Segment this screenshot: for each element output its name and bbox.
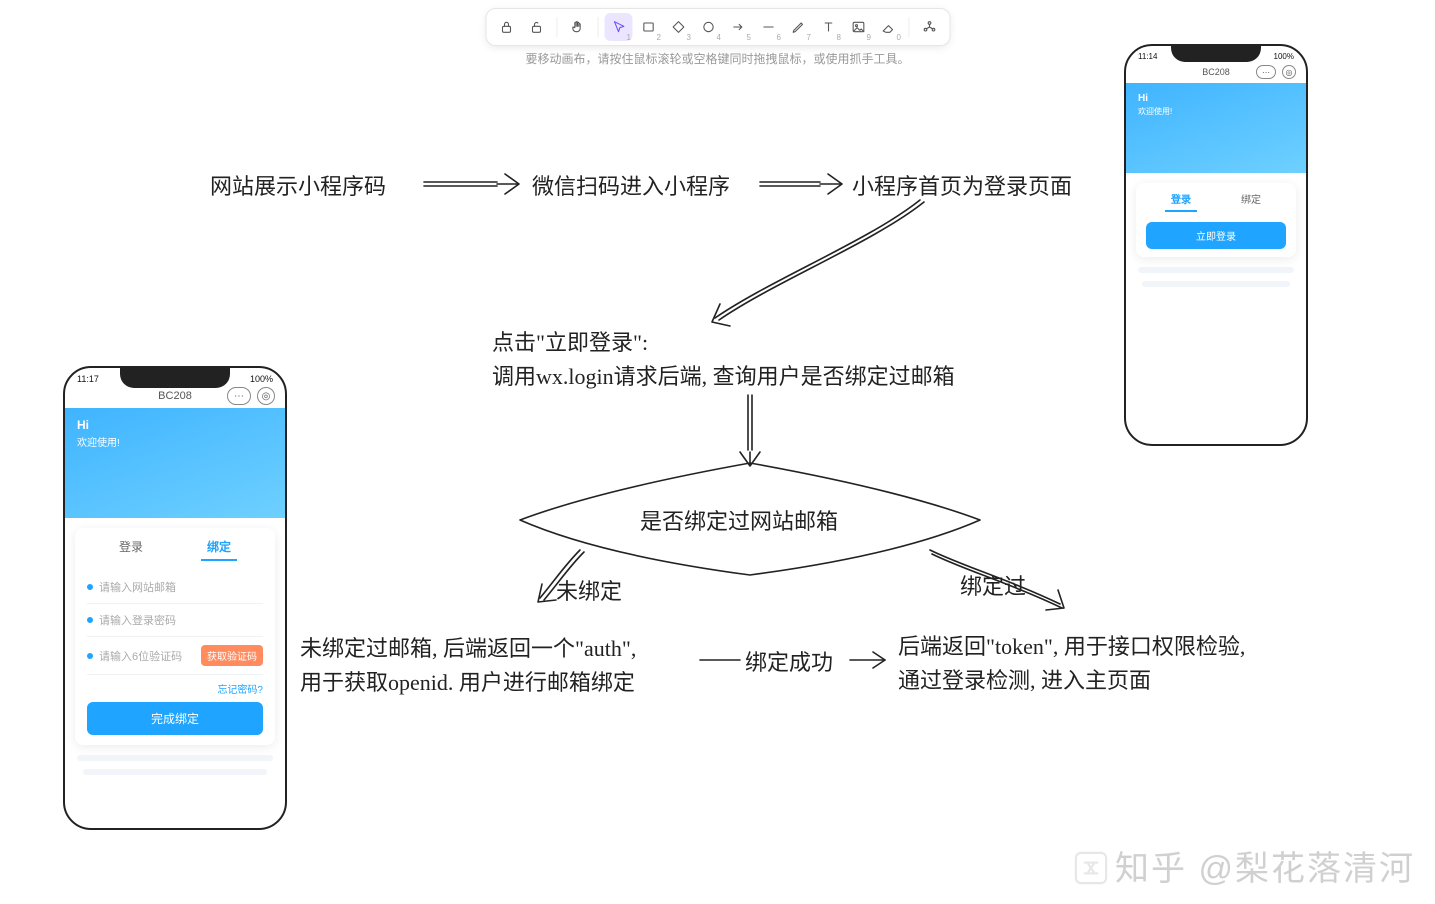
result-unbound-line1: 未绑定过邮箱, 后端返回一个"auth", [300,632,636,666]
login-now-button[interactable]: 立即登录 [1146,222,1286,249]
phone-notch [1171,44,1261,62]
diamond-icon[interactable]: 3 [664,13,692,41]
bullet-icon [87,584,93,590]
select-icon[interactable]: 1 [604,13,632,41]
hero-welcome: 欢迎使用! [1138,107,1172,116]
nav-close-icon[interactable]: ◎ [257,387,275,405]
card-shadow [1138,267,1294,273]
library-icon[interactable] [915,13,943,41]
email-placeholder: 请输入网站邮箱 [99,579,176,595]
watermark: 知乎 @梨花落清河 [1073,841,1415,890]
hand-icon[interactable] [563,13,591,41]
tab-login[interactable]: 登录 [113,538,149,561]
email-field[interactable]: 请输入网站邮箱 [87,571,263,604]
password-field[interactable]: 请输入登录密码 [87,604,263,637]
image-icon[interactable]: 9 [844,13,872,41]
bullet-icon [87,617,93,623]
phone-nav: BC208 ⋯ ◎ [1126,61,1306,83]
canvas-hint: 要移动画布，请按住鼠标滚轮或空格键同时拖拽鼠标，或使用抓手工具。 [525,50,909,67]
hero-banner: Hi 欢迎使用! [1126,83,1306,173]
phone-login-mockup: 11:14 100% BC208 ⋯ ◎ Hi 欢迎使用! 登录 绑定 立即登录 [1124,44,1308,446]
bullet-icon [87,653,93,659]
node-wechat-scan: 微信扫码进入小程序 [532,170,730,204]
code-field[interactable]: 请输入6位验证码 获取验证码 [87,637,263,675]
phone-nav: BC208 ⋯ ◎ [65,384,285,408]
auth-tabs: 登录 绑定 [87,538,263,561]
branch-bound: 绑定过 [960,570,1026,604]
hero-hi: Hi [77,418,273,432]
hero-hi: Hi [1138,93,1294,104]
tab-login[interactable]: 登录 [1165,191,1197,212]
nav-title: BC208 [158,390,192,402]
result-unbound-line2: 用于获取openid. 用户进行邮箱绑定 [300,666,635,700]
toolbar: 1234567890 [485,8,950,46]
line-icon[interactable]: 6 [754,13,782,41]
card-shadow [83,769,267,775]
submit-bind-button[interactable]: 完成绑定 [87,702,263,735]
code-placeholder: 请输入6位验证码 [99,648,182,664]
text-icon[interactable]: 8 [814,13,842,41]
decision-label: 是否绑定过网站邮箱 [640,505,838,539]
nav-title: BC208 [1202,67,1230,77]
pencil-icon[interactable]: 7 [784,13,812,41]
nav-menu-icon[interactable]: ⋯ [227,387,251,405]
hero-banner: Hi 欢迎使用! [65,408,285,518]
arrow-icon[interactable]: 5 [724,13,752,41]
get-code-button[interactable]: 获取验证码 [201,645,263,666]
rect-icon[interactable]: 2 [634,13,662,41]
node-click-login-desc: 调用wx.login请求后端, 查询用户是否绑定过邮箱 [492,360,955,394]
tab-bind[interactable]: 绑定 [1235,191,1267,212]
lock-icon[interactable] [522,13,550,41]
eraser-icon[interactable]: 0 [874,13,902,41]
status-time: 11:17 [77,374,99,384]
login-card: 登录 绑定 立即登录 [1136,183,1296,257]
status-time: 11:14 [1138,52,1157,61]
lock-open-icon[interactable] [492,13,520,41]
arrow-bind-success: 绑定成功 [745,646,833,680]
auth-tabs: 登录 绑定 [1146,191,1286,212]
nav-menu-icon[interactable]: ⋯ [1256,65,1276,79]
forgot-password-link[interactable]: 忘记密码? [87,681,263,696]
zhihu-logo-icon [1073,850,1109,886]
card-shadow [77,755,273,761]
circle-icon[interactable]: 4 [694,13,722,41]
watermark-site: 知乎 [1115,850,1187,888]
node-website-qrcode: 网站展示小程序码 [210,170,386,204]
status-battery: 100% [1274,52,1294,61]
status-battery: 100% [250,374,273,384]
watermark-author: @梨花落清河 [1198,850,1415,888]
result-bound-line2: 通过登录检测, 进入主页面 [898,664,1151,698]
result-bound-line1: 后端返回"token", 用于接口权限检验, [898,630,1245,664]
password-placeholder: 请输入登录密码 [99,612,176,628]
node-miniapp-login-page: 小程序首页为登录页面 [852,170,1072,204]
node-click-login-title: 点击"立即登录": [492,326,648,360]
canvas[interactable]: 1234567890 要移动画布，请按住鼠标滚轮或空格键同时拖拽鼠标，或使用抓手… [0,0,1435,904]
branch-unbound: 未绑定 [556,575,622,609]
tab-bind[interactable]: 绑定 [201,538,237,561]
hero-welcome: 欢迎使用! [77,438,120,449]
card-shadow [1142,281,1290,287]
nav-close-icon[interactable]: ◎ [1282,65,1296,79]
phone-bind-mockup: 11:17 100% BC208 ⋯ ◎ Hi 欢迎使用! 登录 绑定 请输入网… [63,366,287,830]
bind-card: 登录 绑定 请输入网站邮箱 请输入登录密码 请输入6位验证码 获取验证码 忘记密码… [75,528,275,745]
